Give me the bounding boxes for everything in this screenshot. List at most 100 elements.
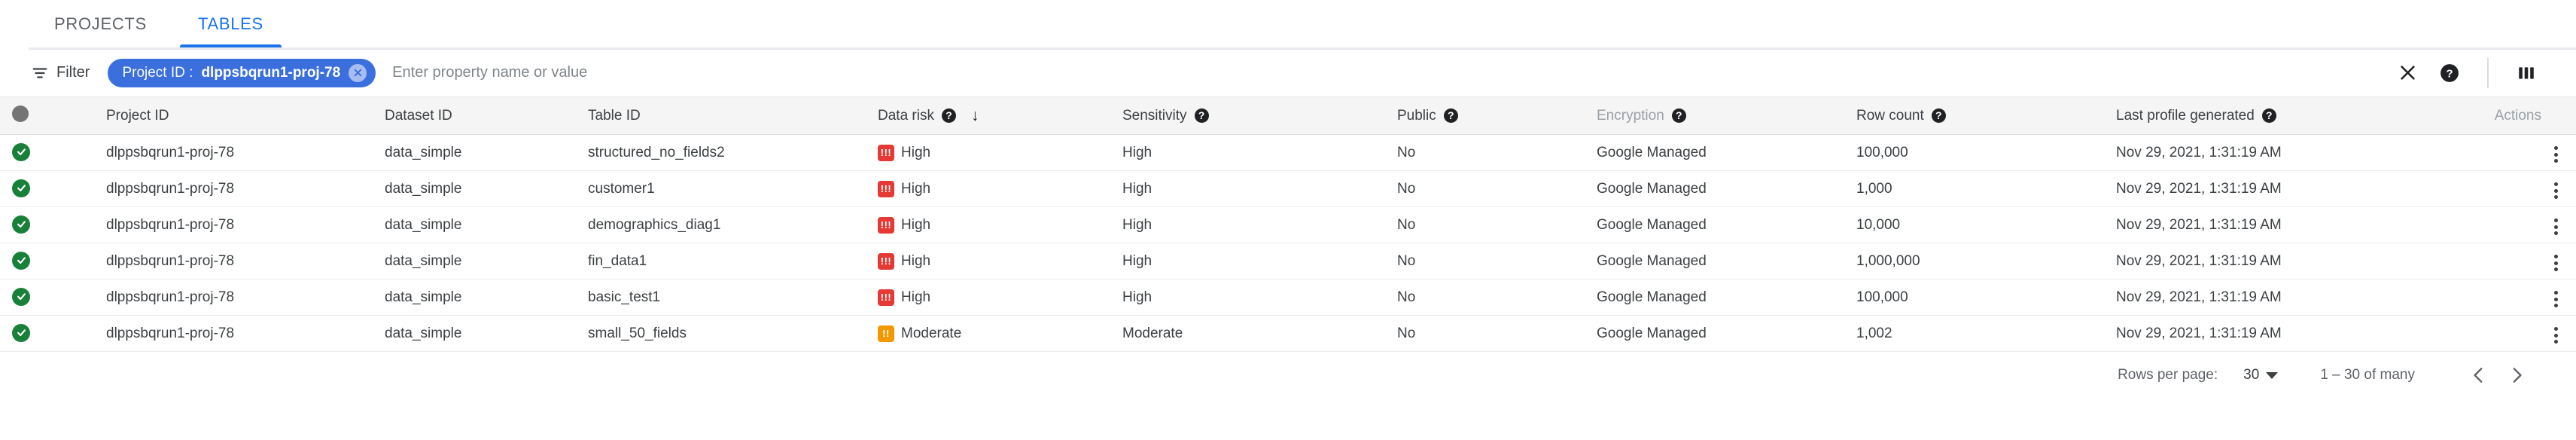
cell-sensitivity: High (1122, 252, 1153, 269)
chevron-left-icon (2469, 365, 2489, 385)
tab-projects[interactable]: PROJECTS (29, 0, 172, 48)
cell-public: No (1397, 180, 1416, 197)
cell-data-risk: !!! High (866, 207, 1110, 243)
column-header-dataset-id-label: Dataset ID (385, 107, 452, 124)
cell-dataset-id: data_simple (385, 289, 462, 305)
row-actions-menu-button[interactable] (2548, 214, 2564, 240)
cell-public: No (1397, 325, 1416, 341)
cell-dataset-id: data_simple (385, 180, 462, 197)
select-all-circle-icon[interactable] (12, 105, 29, 122)
table-row[interactable]: dlppsbqrun1-proj-78 data_simple fin_data1!… (0, 243, 2576, 280)
column-display-options-button[interactable] (2505, 52, 2547, 94)
cell-dataset-id: data_simple (385, 252, 462, 269)
row-actions-menu-button[interactable] (2548, 322, 2564, 348)
public-help-icon[interactable]: ? (1443, 108, 1458, 123)
cell-table-id: demographics_diag1 (588, 216, 721, 233)
filter-chip-remove-icon[interactable] (349, 63, 367, 82)
risk-level-high-icon: !!! (878, 289, 894, 306)
encryption-help-icon[interactable]: ? (1671, 108, 1686, 123)
chevron-down-icon (2266, 371, 2279, 379)
status-ok-icon[interactable] (12, 323, 30, 342)
sensitivity-help-icon[interactable]: ? (1194, 108, 1209, 123)
risk-level-high-icon: !!! (878, 252, 894, 270)
cell-actions (2441, 207, 2576, 243)
rows-per-page-select[interactable]: 30 (2243, 367, 2279, 383)
cell-data-risk: !!! High (866, 243, 1110, 280)
table-row[interactable]: dlppsbqrun1-proj-78 data_simple structured… (0, 134, 2576, 171)
cell-row-count: 10,000 (1856, 216, 1901, 233)
cell-last-profile-generated: Nov 29, 2021, 1:31:19 AM (2116, 180, 2282, 197)
cell-data-risk: !!! High (866, 135, 1110, 171)
cell-data-risk-label: High (901, 180, 931, 197)
table-row[interactable]: dlppsbqrun1-proj-78 data_simple small_50_f… (0, 315, 2576, 352)
tables-data-grid: Project ID Dataset ID Table ID Data risk… (0, 96, 2576, 352)
row-actions-menu-button[interactable] (2548, 286, 2564, 312)
column-header-encryption[interactable]: Encryption ? (1585, 96, 1844, 135)
column-header-data-risk[interactable]: Data risk ? ↓ (866, 96, 1110, 135)
column-header-dataset-id[interactable]: Dataset ID (373, 96, 576, 135)
cell-data-risk: !! Moderate (866, 316, 1110, 352)
cell-actions (2441, 316, 2576, 352)
row-select-cell[interactable] (0, 243, 94, 280)
row-count-help-icon[interactable]: ? (1931, 108, 1946, 123)
row-select-cell[interactable] (0, 316, 94, 352)
cell-last-profile-generated: Nov 29, 2021, 1:31:19 AM (2116, 216, 2282, 233)
tab-bar-divider (29, 47, 2576, 50)
status-ok-icon[interactable] (12, 142, 30, 161)
cell-public: No (1397, 252, 1416, 269)
pagination-range-label: 1 – 30 of many (2320, 367, 2415, 383)
next-page-button[interactable] (2498, 356, 2535, 394)
svg-text:?: ? (2446, 67, 2453, 80)
column-header-table-id[interactable]: Table ID (576, 96, 866, 135)
filter-chip-project-id[interactable]: Project ID : dlppsbqrun1-proj-78 (108, 58, 376, 87)
row-select-cell[interactable] (0, 171, 94, 207)
cell-table-id: small_50_fields (588, 325, 687, 341)
row-actions-menu-button[interactable] (2548, 142, 2564, 167)
column-header-public[interactable]: Public ? (1385, 96, 1585, 135)
row-actions-menu-button[interactable] (2548, 178, 2564, 203)
filter-button[interactable]: Filter (32, 64, 90, 81)
chevron-right-icon (2507, 365, 2526, 385)
tab-tables[interactable]: TABLES (172, 0, 289, 48)
table-header-row: Project ID Dataset ID Table ID Data risk… (0, 96, 2576, 135)
cell-encryption: Google Managed (1597, 289, 1707, 305)
row-select-cell[interactable] (0, 135, 94, 171)
status-ok-icon[interactable] (12, 215, 30, 234)
column-header-sensitivity[interactable]: Sensitivity ? (1110, 96, 1385, 135)
previous-page-button[interactable] (2460, 356, 2498, 394)
table-row[interactable]: dlppsbqrun1-proj-78 data_simple demographi… (0, 206, 2576, 243)
column-header-row-count[interactable]: Row count ? (1844, 96, 2104, 135)
cell-project-id: dlppsbqrun1-proj-78 (106, 216, 235, 233)
cell-table-id: basic_test1 (588, 289, 661, 305)
column-header-row-count-label: Row count (1856, 107, 1924, 124)
clear-filter-button[interactable] (2386, 52, 2428, 94)
cell-last-profile-generated: Nov 29, 2021, 1:31:19 AM (2116, 289, 2282, 305)
cell-dataset-id: data_simple (385, 325, 462, 341)
row-select-cell[interactable] (0, 280, 94, 316)
column-header-last-profile-generated[interactable]: Last profile generated ? (2104, 96, 2441, 135)
cell-encryption: Google Managed (1597, 180, 1707, 197)
toolbar-divider (2487, 57, 2489, 88)
sort-descending-icon[interactable]: ↓ (971, 107, 979, 125)
risk-level-high-icon: !!! (878, 216, 894, 234)
status-ok-icon[interactable] (12, 251, 30, 270)
pagination-bar: Rows per page: 30 1 – 30 of many (0, 352, 2576, 399)
help-button[interactable]: ? (2428, 52, 2471, 94)
status-ok-icon[interactable] (12, 179, 30, 197)
help-icon: ? (2440, 63, 2459, 83)
filter-search-input[interactable] (392, 64, 2386, 81)
last-profile-help-icon[interactable]: ? (2261, 108, 2276, 123)
table-row[interactable]: dlppsbqrun1-proj-78 data_simple basic_test… (0, 279, 2576, 316)
row-actions-menu-button[interactable] (2548, 250, 2564, 276)
table-row[interactable]: dlppsbqrun1-proj-78 data_simple customer1!… (0, 170, 2576, 207)
cell-public: No (1397, 289, 1416, 305)
cell-project-id: dlppsbqrun1-proj-78 (106, 252, 235, 269)
row-select-cell[interactable] (0, 207, 94, 243)
cell-public: No (1397, 216, 1416, 233)
status-ok-icon[interactable] (12, 287, 30, 306)
toolbar-actions: ? (2386, 52, 2547, 94)
data-risk-help-icon[interactable]: ? (941, 108, 956, 123)
cell-data-risk-label: High (901, 144, 931, 160)
column-header-project-id[interactable]: Project ID (94, 96, 373, 135)
risk-level-high-icon: !!! (878, 180, 894, 197)
